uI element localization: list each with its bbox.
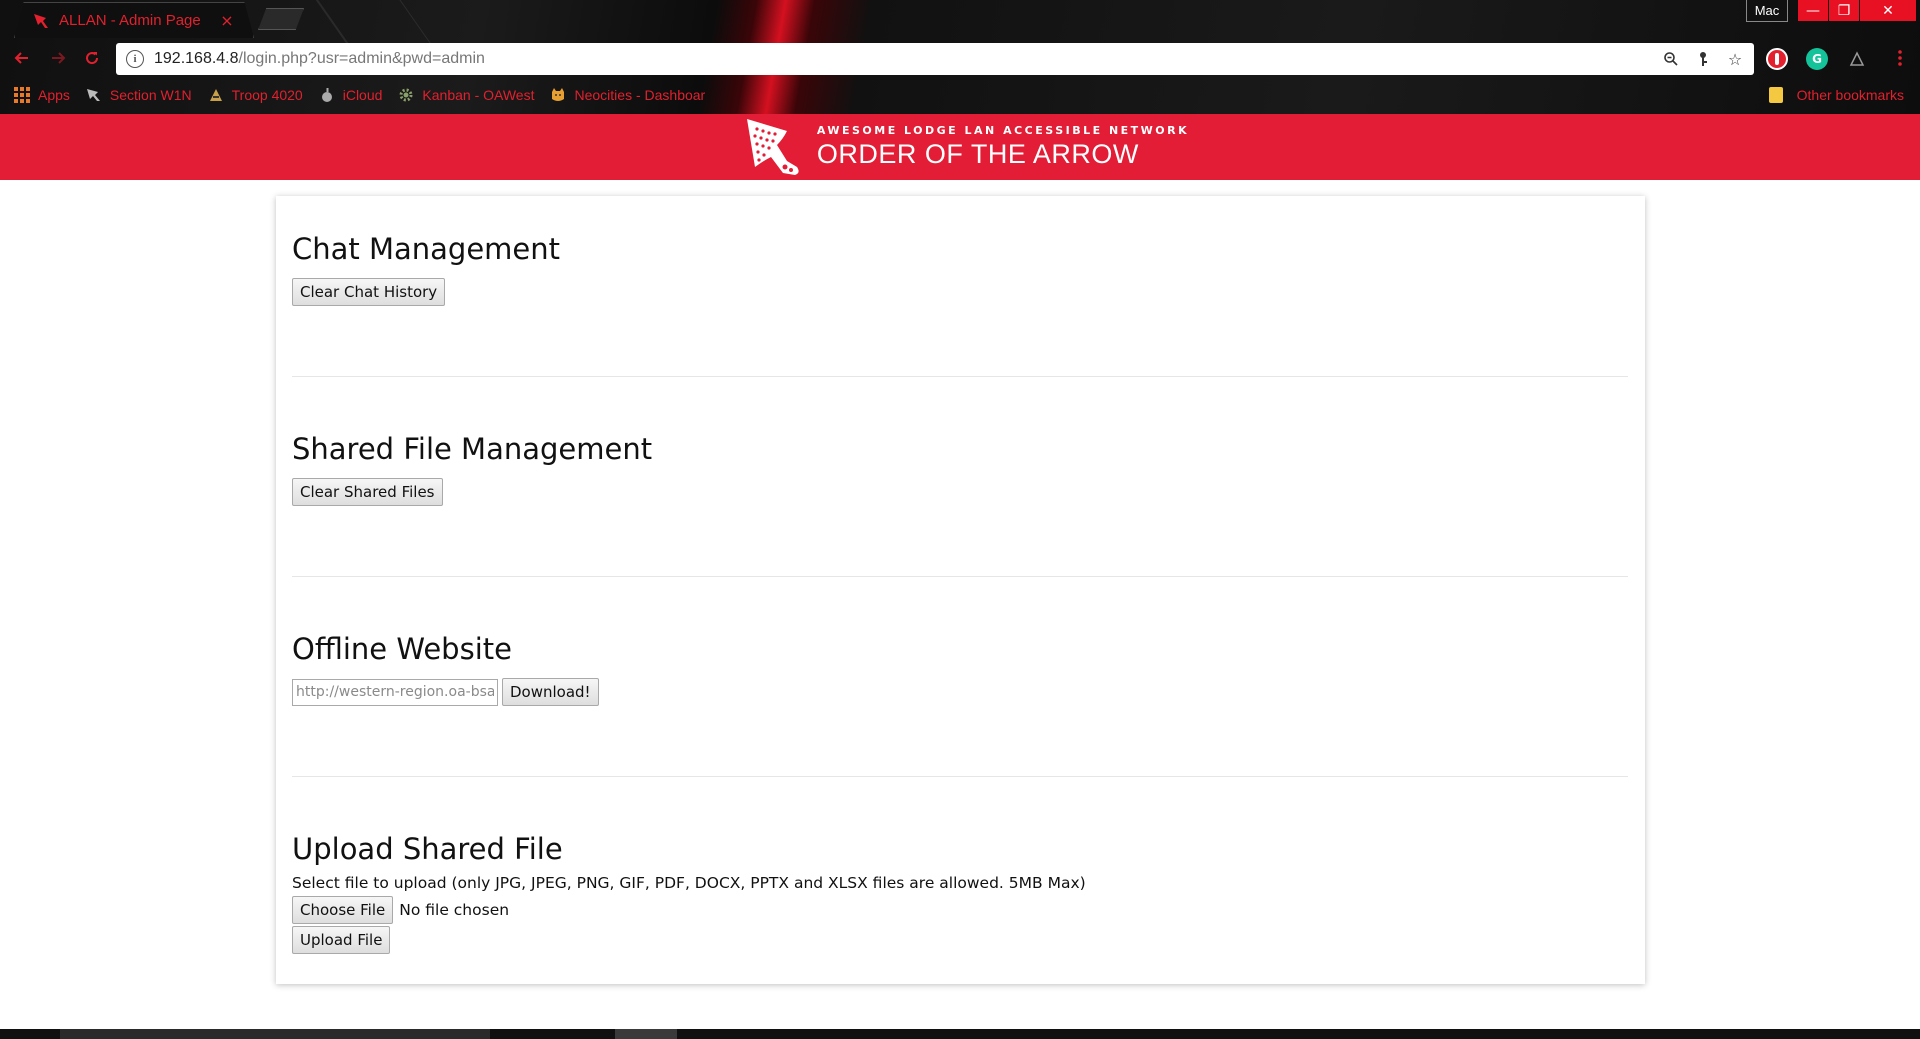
tab-title: ALLAN - Admin Page: [59, 12, 201, 29]
arrowhead-logo-icon: [746, 119, 799, 175]
taskbar-search-box[interactable]: [60, 1029, 490, 1039]
scout-icon: [208, 87, 224, 103]
chat-management-section: Chat Management Clear Chat History: [292, 232, 1628, 306]
upload-file-button[interactable]: Upload File: [292, 926, 391, 954]
download-button[interactable]: Download!: [502, 678, 599, 706]
bookmark-icloud[interactable]: iCloud: [319, 87, 383, 103]
other-bookmarks[interactable]: Other bookmarks: [1768, 82, 1904, 108]
restore-icon: ❐: [1837, 2, 1851, 19]
website-url-input[interactable]: [292, 678, 498, 706]
tab-close-icon[interactable]: ×: [215, 11, 239, 30]
folder-icon: [1768, 87, 1783, 103]
bookmark-neocities[interactable]: Neocities - Dashboar: [550, 87, 705, 103]
clear-chat-history-button[interactable]: Clear Chat History: [292, 278, 446, 306]
section-divider: [292, 776, 1628, 777]
bookmark-apps[interactable]: Apps: [14, 87, 70, 103]
os-taskbar: [0, 1029, 1920, 1039]
address-bar[interactable]: i 192.168.4.8/login.php?usr=admin&pwd=ad…: [116, 43, 1754, 75]
reload-button[interactable]: [78, 44, 106, 72]
banner-title: ORDER OF THE ARROW: [816, 139, 1139, 169]
bookmark-star-icon[interactable]: ☆: [1726, 50, 1744, 69]
taskbar-app-button[interactable]: [615, 1029, 677, 1039]
section-divider: [292, 376, 1628, 377]
arrowhead-favicon-icon: [31, 11, 51, 31]
shared-file-management-section: Shared File Management Clear Shared File…: [292, 432, 1628, 506]
site-header: AWESOME LODGE LAN ACCESSIBLE NETWORK ORD…: [0, 114, 1920, 180]
file-status-text: No file chosen: [399, 901, 510, 919]
profile-button[interactable]: Mac: [1746, 0, 1788, 22]
apple-icon: [319, 87, 335, 103]
back-button[interactable]: [8, 44, 36, 72]
close-window-button[interactable]: ✕: [1860, 0, 1916, 21]
key-icon[interactable]: [1694, 50, 1712, 68]
chat-management-heading: Chat Management: [292, 232, 561, 266]
bookmarks-bar: Apps Section W1N Troop 4020 iCloud Kanba…: [0, 82, 1920, 108]
site-info-icon[interactable]: i: [126, 50, 144, 68]
banner-subtitle: AWESOME LODGE LAN ACCESSIBLE NETWORK: [816, 124, 1190, 137]
restore-button[interactable]: ❐: [1829, 0, 1859, 21]
offline-website-section: Offline Website Download!: [292, 632, 1628, 706]
forward-button[interactable]: [44, 44, 72, 72]
arrowhead-icon: [86, 87, 102, 103]
browser-toolbar: i 192.168.4.8/login.php?usr=admin&pwd=ad…: [0, 40, 1920, 76]
other-bookmarks-label: Other bookmarks: [1796, 87, 1904, 103]
upload-shared-file-section: Upload Shared File Select file to upload…: [292, 832, 1628, 954]
browser-chrome: ALLAN - Admin Page × Mac — ❐ ✕ i 192.168…: [0, 0, 1920, 114]
apps-grid-icon: [14, 87, 30, 103]
choose-file-button[interactable]: Choose File: [292, 896, 394, 924]
close-icon: ✕: [1882, 2, 1894, 19]
shared-file-management-heading: Shared File Management: [292, 432, 653, 466]
bookmark-label: Section W1N: [109, 87, 192, 103]
bookmark-label: Troop 4020: [231, 87, 303, 103]
adblock-extension-icon[interactable]: [1766, 48, 1788, 70]
bookmark-label: iCloud: [342, 87, 383, 103]
section-divider: [292, 576, 1628, 577]
bookmark-label: Apps: [38, 87, 70, 103]
new-tab-button[interactable]: [258, 8, 304, 30]
url-host: 192.168.4.8: [154, 50, 239, 67]
cat-icon: [550, 87, 566, 103]
zoom-icon[interactable]: [1662, 50, 1680, 68]
admin-panel-card: Chat Management Clear Chat History Share…: [276, 196, 1645, 984]
minimize-icon: —: [1806, 2, 1820, 19]
grammarly-extension-icon[interactable]: G: [1806, 48, 1828, 70]
address-url[interactable]: 192.168.4.8/login.php?usr=admin&pwd=admi…: [154, 50, 1662, 68]
minimize-button[interactable]: —: [1798, 0, 1828, 21]
browser-tab-active[interactable]: ALLAN - Admin Page ×: [14, 2, 254, 38]
forward-arrow-icon: [52, 52, 66, 64]
bookmark-label: Kanban - OAWest: [422, 87, 535, 103]
bookmark-label: Neocities - Dashboar: [574, 87, 706, 103]
reload-icon: [86, 52, 99, 65]
browser-menu-button[interactable]: [1886, 44, 1914, 72]
url-path: /login.php?usr=admin&pwd=admin: [238, 50, 485, 67]
back-arrow-icon: [14, 52, 28, 64]
bookmark-kanban[interactable]: Kanban - OAWest: [398, 87, 534, 103]
clear-shared-files-button[interactable]: Clear Shared Files: [292, 478, 443, 506]
pdf-extension-icon[interactable]: [1846, 48, 1868, 70]
oa-logo[interactable]: AWESOME LODGE LAN ACCESSIBLE NETWORK ORD…: [743, 117, 1189, 177]
upload-instructions: Select file to upload (only JPG, JPEG, P…: [292, 874, 1086, 892]
offline-website-heading: Offline Website: [292, 632, 512, 666]
bookmark-troop-4020[interactable]: Troop 4020: [208, 87, 303, 103]
upload-shared-file-heading: Upload Shared File: [292, 832, 563, 866]
file-picker: Choose File No file chosen: [292, 896, 1628, 924]
bookmark-section-w1n[interactable]: Section W1N: [86, 87, 192, 103]
kebab-menu-icon: [1898, 50, 1902, 66]
gear-icon: [398, 87, 414, 103]
